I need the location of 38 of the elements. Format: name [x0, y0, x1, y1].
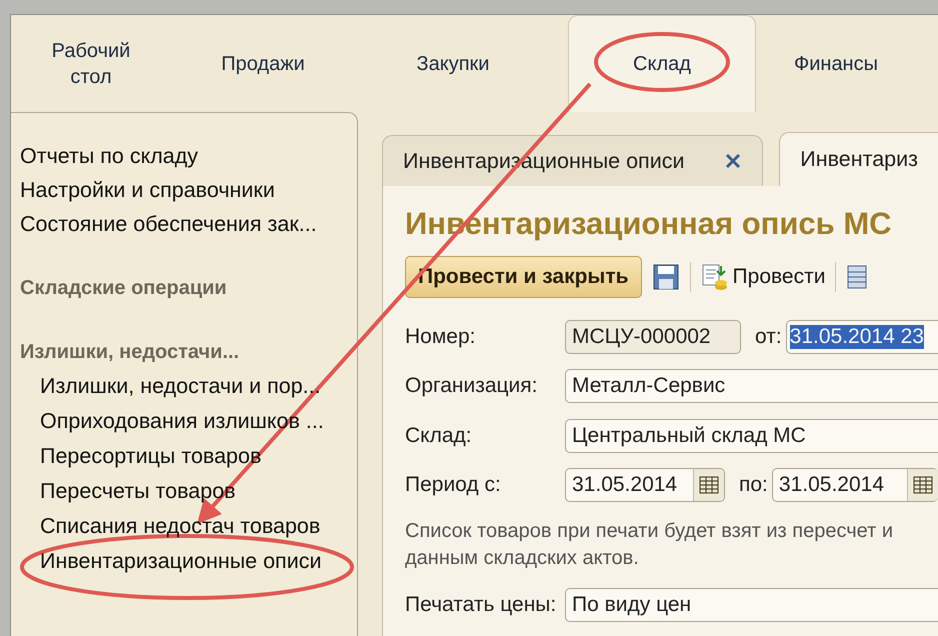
- calendar-icon[interactable]: [907, 469, 938, 502]
- section-tab[interactable]: Склад: [568, 15, 756, 112]
- post-button[interactable]: Провести: [700, 263, 826, 291]
- field-label: Склад:: [405, 424, 473, 448]
- nav-link[interactable]: Списания недостач товаров: [40, 509, 320, 544]
- field-label: Организация:: [405, 374, 538, 398]
- tab-label[interactable]: Инвентариз: [800, 147, 918, 172]
- nav-link[interactable]: Настройки и справочники: [20, 173, 275, 207]
- field-label: по:: [739, 473, 768, 498]
- nav-link[interactable]: Отчеты по складу: [20, 139, 198, 173]
- document-tab[interactable]: Инвентариз: [779, 132, 938, 186]
- input-field[interactable]: По виду цен: [565, 588, 938, 622]
- group-header[interactable]: Излишки, недостачи...: [20, 335, 240, 369]
- calendar-icon[interactable]: [693, 469, 724, 502]
- input-field[interactable]: Металл-Сервис: [565, 369, 938, 404]
- field-label: от:: [755, 324, 782, 349]
- section-tab[interactable]: Закупки: [393, 15, 513, 112]
- date-field[interactable]: 31.05.2014: [565, 468, 725, 502]
- nav-link[interactable]: Излишки, недостачи и пор...: [40, 369, 321, 404]
- field-label: Период с:: [405, 473, 502, 498]
- nav-link[interactable]: Состояние обеспечения зак...: [20, 207, 317, 241]
- section-tab[interactable]: Рабочий стол: [36, 15, 146, 112]
- field-label: Номер:: [405, 324, 476, 349]
- date-field[interactable]: 31.05.2014 23: [786, 320, 938, 354]
- hint-text: Список товаров при печати будет взят из пересчет и данным складских актов.: [405, 519, 894, 571]
- input-field[interactable]: Центральный склад МС: [565, 418, 938, 453]
- save-button[interactable]: [652, 263, 680, 291]
- section-tab[interactable]: Продажи: [198, 15, 328, 112]
- document-coins-icon: [700, 263, 729, 291]
- field-label: Печатать цены:: [405, 592, 558, 617]
- section-tab[interactable]: Финансы: [771, 15, 901, 112]
- post-and-close-button[interactable]: Провести и закрыть: [405, 256, 642, 298]
- nav-link[interactable]: Инвентаризационные описи: [40, 544, 322, 579]
- date-field[interactable]: 31.05.2014: [772, 468, 938, 502]
- close-icon[interactable]: [724, 152, 742, 170]
- group-header[interactable]: Складские операции: [20, 271, 227, 305]
- input-field[interactable]: МСЦУ-000002: [565, 320, 741, 354]
- list-button[interactable]: [846, 263, 868, 291]
